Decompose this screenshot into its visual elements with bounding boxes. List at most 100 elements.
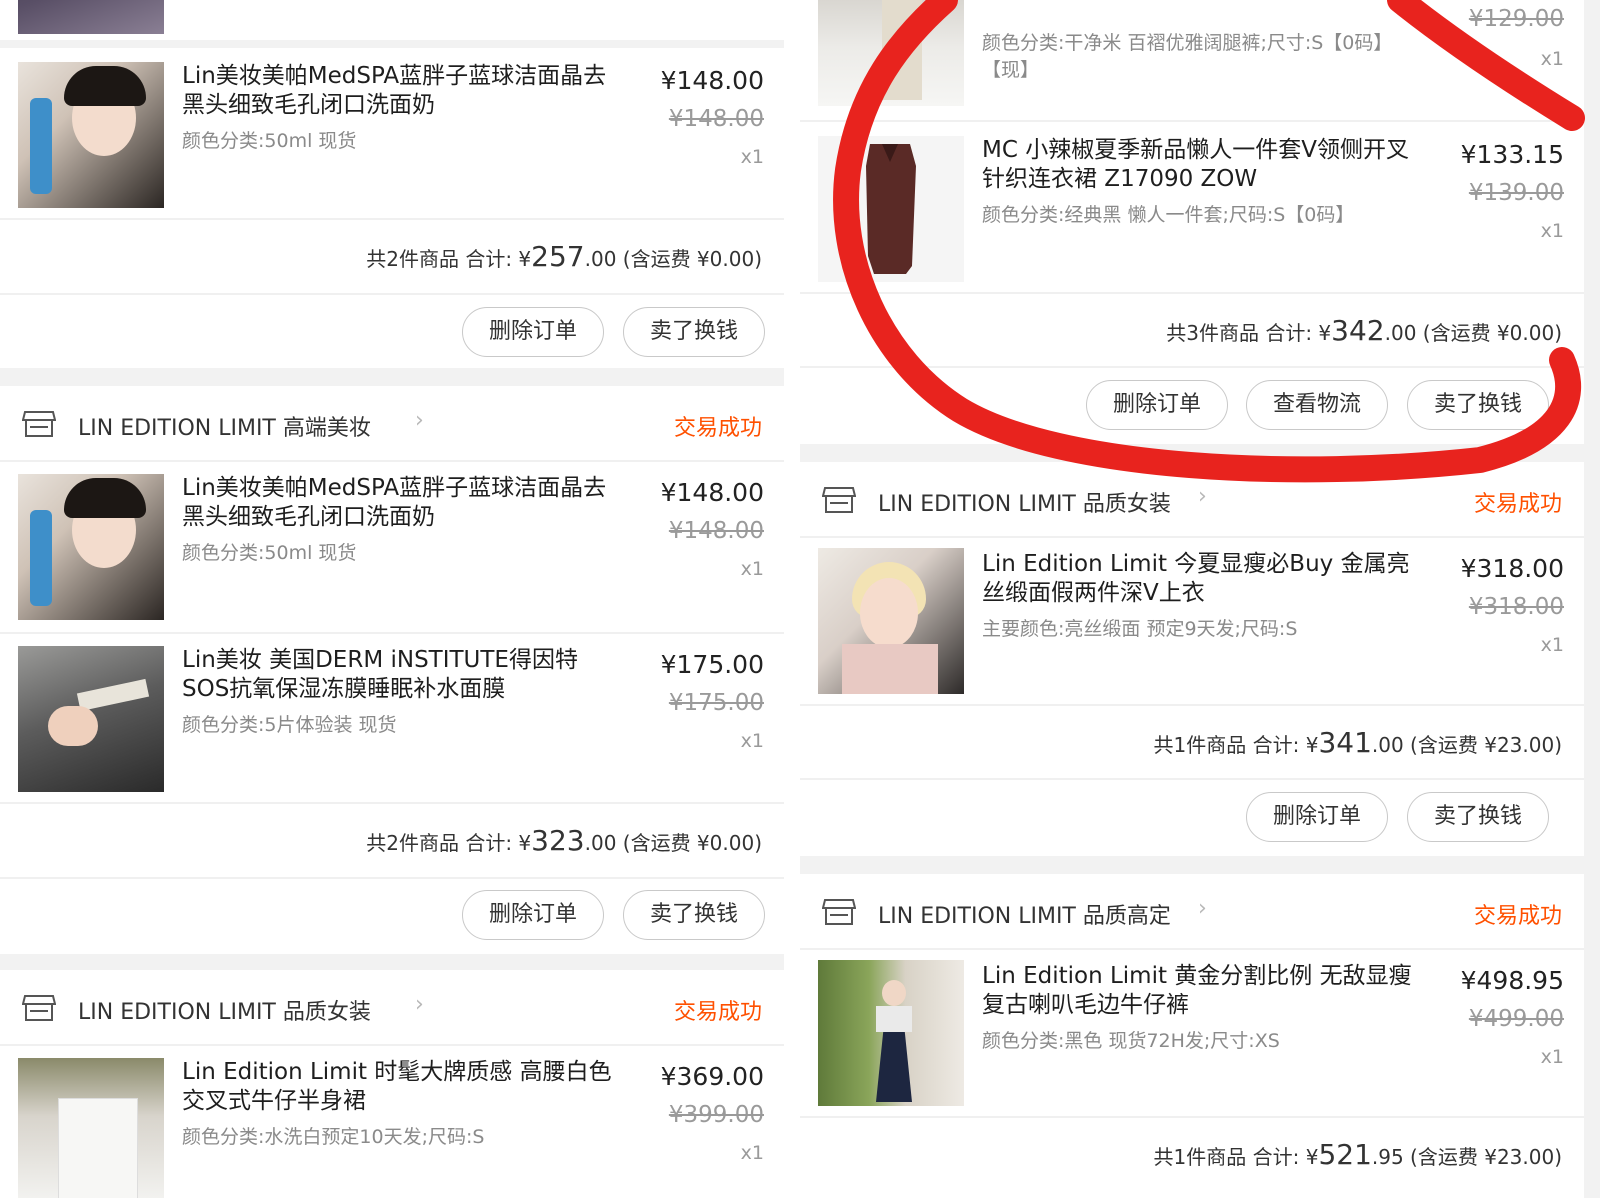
product-title[interactable]: Lin美妆美帕MedSPA蓝胖子蓝球洁面晶去黑头细致毛孔闭口洗面奶 (182, 62, 622, 120)
product-sku: 颜色分类:水洗白预定10天发;尺码:S (182, 1126, 485, 1148)
summary-suffix: .95 (含运费 ¥23.00) (1371, 1145, 1562, 1169)
order-card: LIN EDITION LIMIT 品质女装 › 交易成功 Lin Editio… (800, 462, 1584, 856)
product-price: ¥369.00 (660, 1062, 764, 1091)
product-original-price: ¥148.00 (668, 106, 764, 132)
product-quantity: x1 (740, 558, 764, 580)
order-card: LIN EDITION LIMIT 品质高定 › 交易成功 Lin Editio… (800, 874, 1584, 1198)
summary-prefix: 共2件商品 合计: ¥ (366, 831, 532, 855)
product-price: ¥318.00 (1460, 554, 1564, 583)
summary-prefix: 共2件商品 合计: ¥ (366, 247, 532, 271)
sell-button[interactable]: 卖了换钱 (623, 307, 765, 357)
summary-prefix: 共1件商品 合计: ¥ (1153, 1145, 1319, 1169)
left-screenshot-column: Lin美妆美帕MedSPA蓝胖子蓝球洁面晶去黑头细致毛孔闭口洗面奶 颜色分类:5… (0, 0, 784, 1198)
product-price: ¥175.00 (660, 650, 764, 679)
product-price: ¥133.15 (1460, 140, 1564, 169)
product-original-price: ¥399.00 (668, 1102, 764, 1128)
summary-total: 323 (531, 824, 585, 857)
column-divider (784, 0, 800, 1198)
product-image[interactable] (818, 0, 964, 106)
shop-icon (822, 487, 856, 513)
order-status: 交易成功 (1473, 492, 1562, 517)
product-image[interactable] (18, 0, 164, 34)
summary-suffix: .00 (含运费 ¥0.00) (584, 247, 762, 271)
shop-icon (822, 899, 856, 925)
product-title[interactable]: Lin美妆 美国DERM iNSTITUTE得因特SOS抗氧保湿冻膜睡眠补水面膜 (182, 646, 622, 704)
summary-total: 521 (1318, 1138, 1372, 1171)
order-card: LIN EDITION LIMIT 高端美妆 › 交易成功 Lin美妆美帕Med… (0, 386, 784, 954)
product-quantity: x1 (1540, 634, 1564, 656)
summary-suffix: .00 (含运费 ¥0.00) (584, 831, 762, 855)
delete-order-button[interactable]: 删除订单 (462, 307, 604, 357)
shop-name[interactable]: LIN EDITION LIMIT 高端美妆 (78, 410, 371, 442)
summary-suffix: .00 (含运费 ¥23.00) (1371, 733, 1562, 757)
summary-total: 342 (1331, 314, 1385, 347)
product-original-price: ¥175.00 (668, 690, 764, 716)
product-image[interactable] (818, 548, 964, 694)
chevron-right-icon[interactable]: › (415, 992, 424, 1017)
shop-icon (22, 995, 56, 1021)
product-title[interactable]: Lin Edition Limit 黄金分割比例 无敌显瘦 复古喇叭毛边牛仔裤 (982, 962, 1422, 1020)
summary-prefix: 共1件商品 合计: ¥ (1153, 733, 1319, 757)
chevron-right-icon[interactable]: › (415, 408, 424, 433)
chevron-right-icon[interactable]: › (1198, 896, 1207, 921)
product-sku: 颜色分类:黑色 现货72H发;尺寸:XS (982, 1030, 1280, 1052)
delete-order-button[interactable]: 删除订单 (462, 890, 604, 940)
product-quantity: x1 (740, 1142, 764, 1164)
shop-name[interactable]: LIN EDITION LIMIT 品质女装 (78, 994, 371, 1026)
product-original-price: ¥129.00 (1468, 6, 1564, 32)
product-sku: 颜色分类:干净米 百褶优雅阔腿裤;尺寸:S【0码】【现】 (982, 32, 1393, 81)
shop-icon (22, 411, 56, 437)
product-image[interactable] (18, 646, 164, 792)
product-price: ¥498.95 (1460, 966, 1564, 995)
shop-name[interactable]: LIN EDITION LIMIT 品质高定 (878, 898, 1171, 930)
shop-name[interactable]: LIN EDITION LIMIT 品质女装 (878, 486, 1171, 518)
order-card: LIN EDITION LIMIT 品质女装 › 交易成功 Lin Editio… (0, 970, 784, 1198)
delete-order-button[interactable]: 删除订单 (1086, 380, 1228, 430)
product-quantity: x1 (1540, 1046, 1564, 1068)
product-quantity: x1 (1540, 48, 1564, 70)
delete-order-button[interactable]: 删除订单 (1246, 792, 1388, 842)
product-title[interactable]: Lin Edition Limit 今夏显瘦必Buy 金属亮丝缎面假两件深V上衣 (982, 550, 1422, 608)
right-screenshot-column: 颜色分类:干净米 百褶优雅阔腿裤;尺寸:S【0码】【现】 ¥129.00 x1 … (800, 0, 1584, 1198)
summary-suffix: .00 (含运费 ¥0.00) (1384, 321, 1562, 345)
product-sku: 颜色分类:经典黑 懒人一件套;尺码:S【0码】 (982, 204, 1355, 226)
order-status: 交易成功 (1473, 904, 1562, 929)
product-price: ¥148.00 (660, 478, 764, 507)
sell-button[interactable]: 卖了换钱 (1407, 380, 1549, 430)
chevron-right-icon[interactable]: › (1198, 484, 1207, 509)
product-sku: 颜色分类:50ml 现货 (182, 130, 357, 152)
order-summary: 共1件商品 合计: ¥521.95 (含运费 ¥23.00) (1154, 1138, 1562, 1171)
product-image[interactable] (18, 62, 164, 208)
order-summary: 共1件商品 合计: ¥341.00 (含运费 ¥23.00) (1154, 726, 1562, 759)
summary-total: 341 (1318, 726, 1372, 759)
order-summary: 共3件商品 合计: ¥342.00 (含运费 ¥0.00) (1166, 314, 1562, 347)
product-quantity: x1 (740, 146, 764, 168)
product-original-price: ¥139.00 (1468, 180, 1564, 206)
product-image[interactable] (18, 1058, 164, 1198)
sell-button[interactable]: 卖了换钱 (623, 890, 765, 940)
product-title[interactable]: Lin美妆美帕MedSPA蓝胖子蓝球洁面晶去黑头细致毛孔闭口洗面奶 (182, 474, 622, 532)
order-status: 交易成功 (673, 416, 762, 441)
product-image[interactable] (18, 474, 164, 620)
order-status: 交易成功 (673, 1000, 762, 1025)
product-sku: 主要颜色:亮丝缎面 预定9天发;尺码:S (982, 618, 1298, 640)
order-card: 颜色分类:干净米 百褶优雅阔腿裤;尺寸:S【0码】【现】 ¥129.00 x1 … (800, 0, 1584, 444)
product-title[interactable]: MC 小辣椒夏季新品懒人一件套V领侧开叉针织连衣裙 Z17090 ZOW (982, 136, 1422, 194)
order-item-partial[interactable] (0, 0, 784, 40)
sell-button[interactable]: 卖了换钱 (1407, 792, 1549, 842)
product-sku: 颜色分类:5片体验装 现货 (182, 714, 397, 736)
summary-prefix: 共3件商品 合计: ¥ (1166, 321, 1332, 345)
product-image[interactable] (818, 960, 964, 1106)
product-sku: 颜色分类:50ml 现货 (182, 542, 357, 564)
product-quantity: x1 (1540, 220, 1564, 242)
order-summary: 共2件商品 合计: ¥257.00 (含运费 ¥0.00) (366, 240, 762, 273)
order-card: Lin美妆美帕MedSPA蓝胖子蓝球洁面晶去黑头细致毛孔闭口洗面奶 颜色分类:5… (0, 48, 784, 368)
product-image[interactable] (818, 136, 964, 282)
product-title[interactable]: Lin Edition Limit 时髦大牌质感 高腰白色交叉式牛仔半身裙 (182, 1058, 622, 1116)
view-logistics-button[interactable]: 查看物流 (1246, 380, 1388, 430)
product-original-price: ¥318.00 (1468, 594, 1564, 620)
summary-total: 257 (531, 240, 585, 273)
order-summary: 共2件商品 合计: ¥323.00 (含运费 ¥0.00) (366, 824, 762, 857)
product-price: ¥148.00 (660, 66, 764, 95)
product-original-price: ¥148.00 (668, 518, 764, 544)
